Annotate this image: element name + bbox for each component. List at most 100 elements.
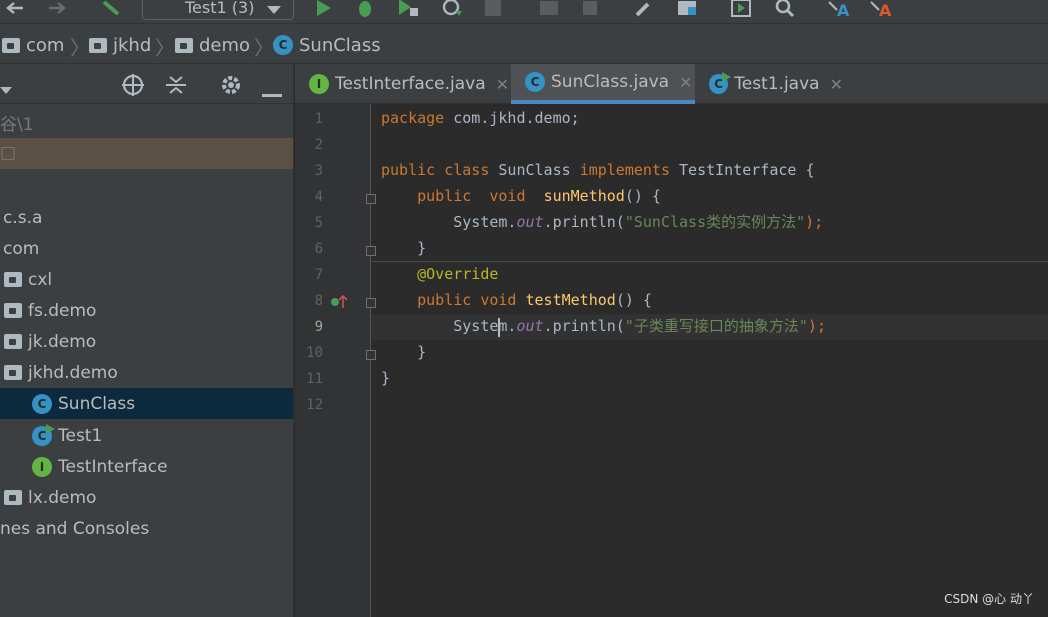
implements-method-gutter-icon[interactable] <box>330 293 348 313</box>
tree-item-fs-demo[interactable]: fs.demo <box>0 295 293 326</box>
line-number: 11 <box>306 371 323 387</box>
line-number: 2 <box>314 137 323 153</box>
project-header <box>0 64 293 104</box>
tree-item-jkhd-demo[interactable]: jkhd.demo <box>0 357 293 388</box>
code-line-8[interactable]: public void testMethod() { <box>381 287 652 313</box>
code-line-9[interactable]: System.out.println("子类重写接口的抽象方法"); <box>381 313 826 339</box>
code-token: public <box>417 291 472 309</box>
tab-sunclass[interactable]: C SunClass.java ✕ <box>511 64 695 104</box>
package-folder-icon <box>4 490 22 505</box>
collapse-all-icon[interactable] <box>164 73 188 101</box>
tab-label: Test1.java <box>734 74 820 94</box>
tree-item-sunclass[interactable]: C SunClass <box>0 388 293 419</box>
translate-icon[interactable]: A <box>826 0 854 20</box>
code-line-11[interactable]: } <box>381 365 390 391</box>
tree-item-cxl[interactable]: cxl <box>0 264 293 295</box>
code-token: ); <box>805 213 824 231</box>
tree-item-test1[interactable]: C Test1 <box>0 420 293 451</box>
run-anything-icon[interactable] <box>728 0 754 20</box>
project-tool-window: 谷\1 □ c.s.a com cxl fs.demo jk.demo jkhd… <box>0 64 294 617</box>
run-config-dropdown[interactable]: Test1 (3) <box>142 0 294 20</box>
forward-arrow-icon[interactable] <box>46 0 68 20</box>
line-number: 7 <box>314 267 323 283</box>
tab-testinterface[interactable]: I TestInterface.java ✕ <box>295 64 510 104</box>
code-token: out <box>516 317 544 335</box>
close-icon[interactable]: ✕ <box>830 75 843 94</box>
tree-item-testinterface[interactable]: I TestInterface <box>0 451 293 482</box>
breadcrumb-item-demo[interactable]: demo <box>175 34 250 56</box>
breadcrumb-item-jkhd[interactable]: jkhd <box>89 34 151 56</box>
line-number: 9 <box>314 319 323 335</box>
code-line-4[interactable]: public void sunMethod() { <box>381 183 661 209</box>
fold-marker-icon[interactable] <box>366 350 376 360</box>
code-token: "SunClass类的实例方法" <box>624 213 806 231</box>
code-line-10[interactable]: } <box>381 339 426 365</box>
class-icon: C <box>32 393 52 414</box>
code-token: void <box>480 291 517 309</box>
main-toolbar: Test1 (3) A A <box>0 0 1048 24</box>
code-token: System. <box>381 317 517 335</box>
tree-item-lx-demo[interactable]: lx.demo <box>0 482 293 513</box>
code-line-1[interactable]: package com.jkhd.demo; <box>381 105 580 131</box>
code-token: } <box>381 343 427 361</box>
breadcrumb-item-sunclass[interactable]: C SunClass <box>273 34 381 56</box>
line-number: 3 <box>314 163 323 179</box>
debug-bug-icon[interactable] <box>353 0 377 20</box>
run-icon[interactable] <box>312 0 334 20</box>
tree-label: lx.demo <box>28 487 97 508</box>
code-line-7[interactable]: @Override <box>381 261 498 287</box>
class-run-icon: C <box>32 423 55 446</box>
chevron-down-icon <box>267 0 281 19</box>
translate-replace-icon[interactable]: A <box>868 0 896 20</box>
code-token: out <box>516 213 544 231</box>
tab-test1[interactable]: C Test1.java ✕ <box>695 64 843 104</box>
code-token: } <box>381 239 427 257</box>
wrench-icon[interactable] <box>632 0 658 20</box>
tree-label: cxl <box>28 269 53 290</box>
code-line-6[interactable]: } <box>381 235 426 261</box>
close-icon[interactable]: ✕ <box>496 75 509 94</box>
text-caret <box>498 318 500 337</box>
search-icon[interactable] <box>772 0 798 20</box>
run-coverage-icon[interactable] <box>395 0 421 20</box>
svg-text:A: A <box>879 1 892 18</box>
fold-marker-icon[interactable] <box>366 194 376 204</box>
line-number: 10 <box>306 345 323 361</box>
close-icon[interactable]: ✕ <box>679 73 692 92</box>
tree-item-scratches[interactable]: nes and Consoles <box>0 513 293 544</box>
back-arrow-icon[interactable] <box>4 0 26 20</box>
profile-icon[interactable] <box>440 0 466 20</box>
stop-icon[interactable] <box>482 0 504 20</box>
attach-debugger-icon[interactable] <box>536 0 562 20</box>
breadcrumb-label: demo <box>199 34 251 56</box>
breadcrumb: com 〉 jkhd 〉 demo 〉 C SunClass <box>0 24 1048 64</box>
code-line-5[interactable]: System.out.println("SunClass类的实例方法"); <box>381 209 823 235</box>
tree-item-jk-demo[interactable]: jk.demo <box>0 326 293 357</box>
gear-icon[interactable] <box>219 73 243 101</box>
tree-item-com[interactable]: com <box>0 233 293 264</box>
line-number: 6 <box>314 241 323 257</box>
build-hammer-icon[interactable] <box>98 0 124 20</box>
chevron-down-icon[interactable] <box>0 80 12 99</box>
code-token: public <box>381 161 436 179</box>
tree-item-csa[interactable]: c.s.a <box>0 202 293 233</box>
minimize-icon[interactable] <box>262 83 282 102</box>
build-artifact-icon[interactable] <box>578 0 604 20</box>
highlighted-row[interactable]: □ <box>0 138 293 169</box>
code-token: implements <box>579 161 670 179</box>
code-token: @Override <box>417 265 499 283</box>
breadcrumb-item-com[interactable]: com <box>2 34 64 56</box>
code-token: public <box>417 187 472 205</box>
tree-label: c.s.a <box>3 207 43 228</box>
fold-marker-icon[interactable] <box>366 298 376 308</box>
fold-marker-icon[interactable] <box>366 246 376 256</box>
locate-target-icon[interactable] <box>121 73 145 101</box>
project-structure-icon[interactable] <box>674 0 700 20</box>
code-line-3[interactable]: public class SunClass implements TestInt… <box>381 157 815 183</box>
code-token: System. <box>381 213 517 231</box>
